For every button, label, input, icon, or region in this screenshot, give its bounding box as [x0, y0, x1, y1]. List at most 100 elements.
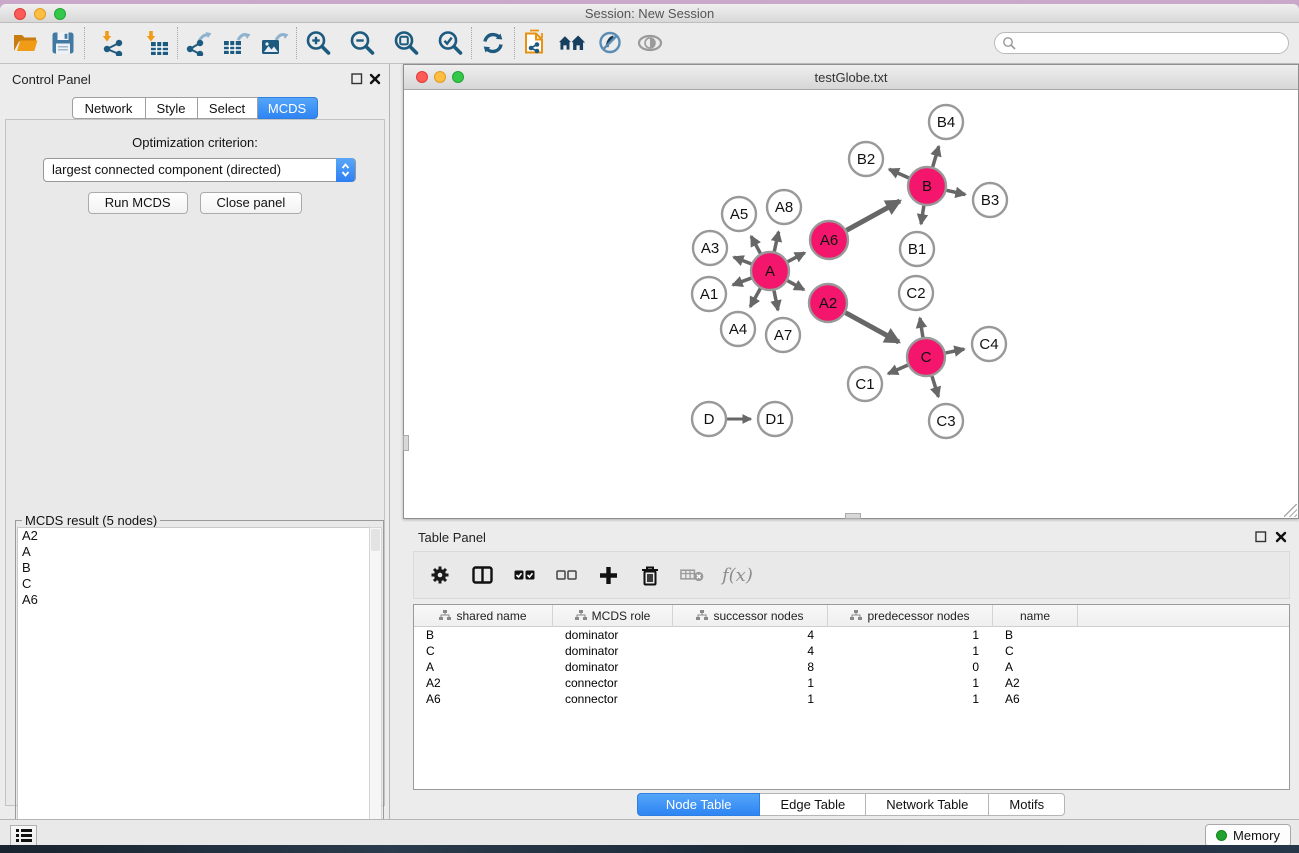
column-header-name[interactable]: name [993, 605, 1078, 626]
function-builder-icon[interactable]: f(x) [722, 563, 753, 587]
resize-grip[interactable] [1284, 504, 1297, 517]
node-B1[interactable]: B1 [900, 232, 934, 266]
edge-A-A1[interactable] [733, 278, 752, 285]
close-panel-icon[interactable] [369, 73, 381, 85]
node-table[interactable]: shared nameMCDS rolesuccessor nodesprede… [413, 604, 1290, 790]
table-row[interactable]: Cdominator41C [414, 643, 1289, 659]
tab-style[interactable]: Style [146, 97, 198, 119]
export-network-icon[interactable] [184, 28, 214, 58]
column-header-successor-nodes[interactable]: successor nodes [673, 605, 828, 626]
tab-network-table[interactable]: Network Table [866, 793, 989, 816]
mcds-result-list[interactable]: A2ABCA6 [17, 527, 369, 853]
node-C3[interactable]: C3 [929, 404, 963, 438]
result-item[interactable]: A2 [18, 528, 369, 544]
export-image-icon[interactable] [260, 28, 290, 58]
import-table-icon[interactable] [141, 28, 171, 58]
split-columns-icon[interactable] [470, 563, 494, 587]
table-row[interactable]: A2connector11A2 [414, 675, 1289, 691]
edge-A-A4[interactable] [750, 289, 760, 307]
edge-B-B1[interactable] [921, 206, 924, 224]
column-header-MCDS-role[interactable]: MCDS role [553, 605, 673, 626]
two-houses-icon[interactable] [557, 28, 587, 58]
result-item[interactable]: B [18, 560, 369, 576]
zoom-fit-icon[interactable] [391, 28, 421, 58]
tab-select[interactable]: Select [198, 97, 258, 119]
node-B2[interactable]: B2 [849, 142, 883, 176]
edge-A6-B[interactable] [847, 201, 900, 230]
result-scrollbar-thumb[interactable] [371, 529, 380, 551]
export-table-icon[interactable] [222, 28, 252, 58]
node-A5[interactable]: A5 [722, 197, 756, 231]
edge-A-A6[interactable] [788, 253, 805, 262]
edge-A-A5[interactable] [751, 236, 760, 253]
select-all-icon[interactable] [512, 563, 536, 587]
edge-A-A8[interactable] [774, 232, 778, 252]
edge-C-C1[interactable] [888, 365, 907, 374]
network-graph[interactable]: A5A8A3AA1A4A7A6A2B2B4BB3B1C2C4CC1C3DD1 [404, 90, 1298, 518]
table-row[interactable]: Adominator80A [414, 659, 1289, 675]
refresh-icon[interactable] [478, 28, 508, 58]
table-row[interactable]: Bdominator41B [414, 627, 1289, 643]
edge-C-C3[interactable] [932, 376, 938, 397]
node-D1[interactable]: D1 [758, 402, 792, 436]
label-slash-icon[interactable] [595, 28, 625, 58]
node-C4[interactable]: C4 [972, 327, 1006, 361]
float-panel-icon[interactable] [351, 73, 363, 85]
open-folder-icon[interactable] [10, 28, 40, 58]
import-network-icon[interactable] [97, 28, 127, 58]
column-header-shared-name[interactable]: shared name [414, 605, 553, 626]
eye-icon[interactable] [635, 28, 665, 58]
memory-button[interactable]: Memory [1205, 824, 1291, 847]
criterion-dropdown[interactable]: largest connected component (directed) [43, 158, 356, 182]
edge-A-A7[interactable] [774, 291, 778, 311]
node-A6[interactable]: A6 [810, 221, 848, 259]
node-B4[interactable]: B4 [929, 105, 963, 139]
add-row-icon[interactable] [596, 563, 620, 587]
node-C1[interactable]: C1 [848, 367, 882, 401]
edge-A2-C[interactable] [846, 313, 899, 342]
node-B3[interactable]: B3 [973, 183, 1007, 217]
tab-motifs[interactable]: Motifs [989, 793, 1065, 816]
result-item[interactable]: A6 [18, 592, 369, 608]
tab-edge-table[interactable]: Edge Table [760, 793, 866, 816]
node-C2[interactable]: C2 [899, 276, 933, 310]
edge-B-B4[interactable] [933, 146, 939, 166]
table-row[interactable]: A6connector11A6 [414, 691, 1289, 707]
deselect-all-icon[interactable] [554, 563, 578, 587]
close-panel-icon[interactable] [1275, 531, 1287, 543]
document-network-icon[interactable] [521, 28, 551, 58]
gear-icon[interactable] [428, 563, 452, 587]
tab-network[interactable]: Network [72, 97, 146, 119]
node-A4[interactable]: A4 [721, 312, 755, 346]
zoom-selected-icon[interactable] [435, 28, 465, 58]
node-A1[interactable]: A1 [692, 277, 726, 311]
edge-C-C2[interactable] [920, 318, 923, 337]
network-canvas[interactable]: A5A8A3AA1A4A7A6A2B2B4BB3B1C2C4CC1C3DD1 [404, 90, 1298, 518]
result-scrollbar[interactable] [369, 527, 382, 853]
edge-B-B2[interactable] [889, 169, 908, 178]
node-A8[interactable]: A8 [767, 190, 801, 224]
save-floppy-icon[interactable] [48, 28, 78, 58]
close-panel-button[interactable]: Close panel [200, 192, 303, 214]
bottom-edge-handle[interactable] [845, 513, 861, 519]
edge-B-B3[interactable] [947, 190, 966, 194]
node-D[interactable]: D [692, 402, 726, 436]
tab-node-table[interactable]: Node Table [637, 793, 761, 816]
zoom-out-icon[interactable] [347, 28, 377, 58]
edge-A-A3[interactable] [734, 257, 752, 264]
float-panel-icon[interactable] [1255, 531, 1267, 543]
node-C[interactable]: C [907, 338, 945, 376]
task-history-button[interactable] [10, 825, 37, 846]
delete-row-icon[interactable] [638, 563, 662, 587]
edge-C-C4[interactable] [946, 349, 965, 353]
zoom-in-icon[interactable] [303, 28, 333, 58]
node-A[interactable]: A [751, 252, 789, 290]
node-B[interactable]: B [908, 167, 946, 205]
run-mcds-button[interactable]: Run MCDS [88, 192, 188, 214]
tab-mcds[interactable]: MCDS [258, 97, 318, 119]
search-input[interactable] [994, 32, 1289, 54]
result-item[interactable]: C [18, 576, 369, 592]
node-A2[interactable]: A2 [809, 284, 847, 322]
column-header-predecessor-nodes[interactable]: predecessor nodes [828, 605, 993, 626]
delete-table-icon[interactable] [680, 563, 704, 587]
